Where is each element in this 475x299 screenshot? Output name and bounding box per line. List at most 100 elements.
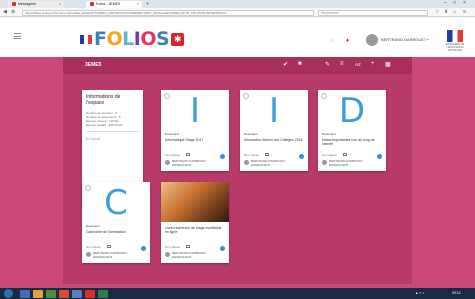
education-ministry-flag bbox=[447, 30, 463, 42]
taskbar-app-icon[interactable] bbox=[33, 289, 43, 298]
taskbar-app-icon[interactable] bbox=[72, 289, 82, 298]
taskbar-app-icon[interactable] bbox=[20, 289, 30, 298]
document-card[interactable]: C Document Calendrier de l'orientation N… bbox=[82, 182, 150, 263]
learn-more-link[interactable]: En savoir bbox=[86, 137, 101, 141]
document-category: Non classé bbox=[244, 153, 259, 157]
divider bbox=[86, 131, 139, 132]
document-photo-thumbnail bbox=[161, 182, 229, 222]
status-dot bbox=[141, 246, 146, 251]
logo-letter: F bbox=[94, 28, 107, 50]
document-letter-thumbnail: D bbox=[338, 91, 366, 131]
mail-icon bbox=[12, 2, 16, 6]
folios-icon bbox=[90, 2, 94, 6]
home-icon[interactable]: ⌂ bbox=[453, 9, 456, 15]
document-category: Non classé bbox=[86, 245, 101, 249]
lock-icon: ⊕ bbox=[11, 9, 16, 15]
back-icon[interactable]: ◀ bbox=[3, 9, 7, 15]
status-dot bbox=[220, 246, 225, 251]
taskbar-app-icon[interactable] bbox=[46, 289, 56, 298]
status-dot bbox=[299, 154, 304, 159]
taskbar-app-icon[interactable] bbox=[98, 289, 108, 298]
image-icon bbox=[265, 153, 269, 156]
window-close-icon[interactable]: × bbox=[463, 0, 466, 6]
folder-icon[interactable]: ■ bbox=[298, 61, 302, 67]
education-ministry-label: MINISTÈRE DE L'ÉDUCATION NATIONALE bbox=[445, 43, 465, 52]
close-tab-icon[interactable]: × bbox=[59, 2, 61, 6]
owner-avatar bbox=[165, 252, 170, 257]
status-dot bbox=[377, 154, 382, 159]
browser-tab-strip: Messagerie × Folios - 3EME5 × + – □ × bbox=[0, 0, 475, 8]
owner-avatar bbox=[322, 160, 327, 165]
minimize-icon[interactable]: – bbox=[444, 0, 447, 6]
home-icon[interactable]: ⌂ bbox=[330, 38, 334, 44]
document-card[interactable]: I Document Information Brevet des Collèg… bbox=[240, 90, 308, 171]
logo-letter: L bbox=[122, 28, 134, 50]
add-icon[interactable]: + bbox=[371, 61, 375, 67]
owner-name: BERTRAND DARBOUET ENSEIGNANT bbox=[172, 159, 206, 167]
owner-avatar bbox=[86, 252, 91, 257]
owner-name: BERTRAND DARBOUET ENSEIGNANT bbox=[329, 159, 363, 167]
owner-avatar bbox=[165, 160, 170, 165]
url-field[interactable]: https://folios.onisep.fr/dd-cart-ent/pro… bbox=[22, 9, 314, 16]
clock[interactable]: 09:12 bbox=[452, 291, 461, 295]
browser-tab-folios[interactable]: Folios - 3EME5 × bbox=[86, 1, 142, 8]
document-name: Calendrier de l'orientation bbox=[86, 230, 126, 234]
browser-tab-messagerie[interactable]: Messagerie × bbox=[8, 1, 64, 8]
image-icon bbox=[343, 153, 347, 156]
document-card[interactable]: D Document Dates importantes tout au lon… bbox=[318, 90, 386, 171]
document-card[interactable]: I Document Informatique Stage 2017 Non c… bbox=[161, 90, 229, 171]
new-tab-icon[interactable]: + bbox=[146, 1, 149, 7]
user-avatar[interactable] bbox=[366, 34, 378, 46]
info-line: Espace restant : 485.00 Mo bbox=[86, 123, 123, 127]
maximize-icon[interactable]: □ bbox=[453, 0, 456, 6]
bookmark-star-icon[interactable]: ☆ bbox=[435, 9, 439, 15]
chevron-down-icon[interactable]: ⌄ bbox=[426, 36, 430, 42]
owner-avatar bbox=[244, 160, 249, 165]
flag-icon bbox=[80, 34, 92, 44]
download-icon[interactable]: ⬇ bbox=[444, 9, 448, 15]
menu-icon[interactable]: ≡ bbox=[463, 9, 466, 15]
text-size-icon[interactable]: AZ bbox=[355, 62, 361, 67]
status-dot bbox=[220, 154, 225, 159]
check-circle-icon[interactable]: ✔ bbox=[283, 61, 288, 68]
start-button[interactable] bbox=[4, 289, 13, 298]
document-category: Non classé bbox=[322, 153, 337, 157]
pen-icon[interactable]: ✎ bbox=[325, 61, 330, 68]
document-type: Document bbox=[244, 132, 258, 136]
document-name: Dates importantes tout au long de l'anné… bbox=[322, 138, 375, 147]
owner-name: BERTRAND DARBOUET ENSEIGNANT bbox=[251, 159, 285, 167]
logo-star-icon: ✱ bbox=[171, 32, 185, 46]
document-card[interactable]: Livret recherche de stage modifiable en … bbox=[161, 182, 229, 263]
image-icon bbox=[107, 245, 111, 248]
image-icon bbox=[186, 153, 190, 156]
document-name: Livret recherche de stage modifiable en … bbox=[165, 226, 222, 235]
folios-logo[interactable]: FOLIOS ✱ bbox=[80, 28, 185, 50]
system-tray-icons[interactable]: ▲ ◐ ♪ bbox=[415, 291, 424, 295]
owner-name: BERTRAND DARBOUET ENSEIGNANT bbox=[93, 251, 127, 259]
os-taskbar: ▲ ◐ ♪ 09:12 bbox=[0, 288, 475, 299]
document-type: Document bbox=[165, 132, 179, 136]
document-letter-thumbnail: C bbox=[104, 183, 128, 223]
browser-address-bar: ◀ ⊕ https://folios.onisep.fr/dd-cart-ent… bbox=[0, 8, 475, 17]
logo-letter: O bbox=[106, 28, 123, 50]
notification-bell-icon[interactable]: ♦ bbox=[346, 38, 349, 44]
app-header: FOLIOS ✱ ⌂ ♦ BERTRAND DARBOUET ⌄ MINISTÈ… bbox=[0, 17, 475, 57]
document-type: Document bbox=[86, 224, 100, 228]
folder-toolbar: 3EME5 ✔ ■ ✎ ≡ AZ + ▦ bbox=[63, 57, 412, 74]
document-category: Non classé bbox=[165, 245, 180, 249]
hamburger-menu-icon[interactable] bbox=[14, 33, 21, 39]
grid-icon[interactable]: ▦ bbox=[385, 61, 391, 68]
folder-title: 3EME5 bbox=[85, 62, 102, 68]
space-info-title: Informations de l'espace bbox=[86, 94, 121, 106]
logo-letter: O bbox=[140, 28, 156, 50]
owner-name: BERTRAND DARBOUET ENSEIGNANT bbox=[172, 251, 206, 259]
document-name: Informatique Stage 2017 bbox=[165, 138, 204, 142]
image-icon bbox=[186, 245, 190, 248]
user-name[interactable]: BERTRAND DARBOUET bbox=[381, 37, 426, 42]
sort-icon[interactable]: ≡ bbox=[340, 61, 344, 67]
taskbar-app-icon[interactable] bbox=[59, 289, 69, 298]
close-tab-icon[interactable]: × bbox=[137, 2, 139, 6]
taskbar-app-icon[interactable] bbox=[85, 289, 95, 298]
browser-search-input[interactable]: Rechercher bbox=[318, 9, 428, 16]
document-letter-thumbnail: I bbox=[268, 91, 280, 131]
